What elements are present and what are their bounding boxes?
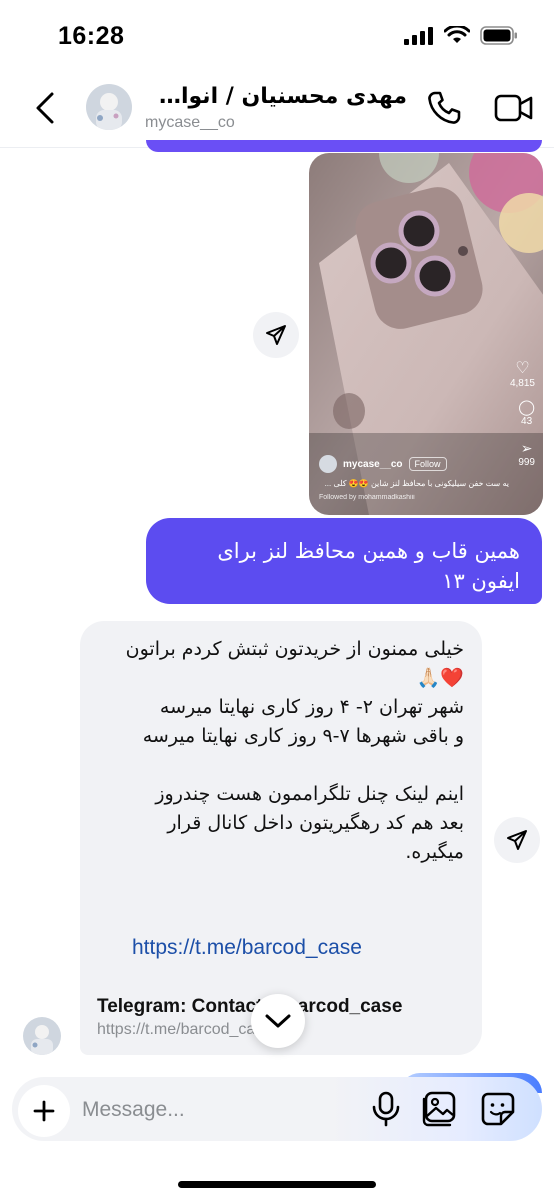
reel-meta: mycase__co Follow یه ست خفن سیلیکونی با …	[319, 455, 509, 501]
telegram-link[interactable]: https://t.me/barcod_case	[132, 936, 362, 960]
previous-message-bubble	[146, 140, 542, 152]
message-input[interactable]	[82, 1094, 342, 1126]
microphone-icon[interactable]	[370, 1091, 402, 1127]
link-preview-title[interactable]: Telegram: Contact @barcod_case	[97, 996, 402, 1018]
status-time: 16:28	[58, 22, 125, 50]
wifi-icon	[444, 26, 470, 43]
home-indicator[interactable]	[178, 1181, 376, 1188]
video-call-icon[interactable]	[494, 90, 534, 126]
status-icons	[404, 26, 518, 45]
gallery-icon[interactable]	[422, 1091, 458, 1127]
incoming-message-text: خیلی ممنون از خریدتون ثبتش کردم براتون ❤…	[98, 635, 464, 867]
reel-author-avatar	[319, 455, 337, 473]
message-line: میگیره.	[405, 841, 464, 863]
sender-avatar[interactable]	[23, 1017, 61, 1055]
message-line: شهر تهران ۲- ۴ روز کاری نهایتا میرسه	[159, 696, 464, 718]
phone-call-icon[interactable]	[424, 88, 464, 128]
message-line: خیلی ممنون از خریدتون ثبتش کردم براتون	[125, 638, 464, 660]
comment-icon: ◯	[518, 399, 535, 416]
incoming-message[interactable]: خیلی ممنون از خریدتون ثبتش کردم براتون ❤…	[80, 621, 482, 1055]
message-line: ❤️🙏🏻	[416, 667, 464, 689]
status-bar: 16:28	[0, 0, 554, 72]
message-line: بعد هم کد رهگیریتون داخل کانال قرار	[167, 812, 464, 834]
reel-author: mycase__co	[343, 458, 403, 470]
contact-name[interactable]: مهدی محسنیان / انواع قا...	[145, 84, 407, 109]
add-attachment-button[interactable]	[18, 1085, 70, 1137]
reel-follow-button[interactable]: Follow	[408, 457, 447, 471]
avatar-image	[23, 1017, 61, 1055]
reel-followed-by: Followed by mohammadkashiii	[319, 494, 415, 501]
reel-likes[interactable]: ♡ 4,815	[510, 358, 535, 389]
shared-reel[interactable]: ♡ 4,815 ◯ 43 ➢ 999 mycase__co Follow یه …	[309, 153, 543, 515]
reel-comments-count: 43	[521, 416, 533, 427]
message-line	[98, 751, 464, 780]
chevron-down-icon	[265, 1014, 291, 1028]
share-reel-button[interactable]	[253, 312, 299, 358]
scroll-to-bottom-button[interactable]	[251, 994, 305, 1048]
send-icon	[266, 325, 286, 345]
chat-header: مهدی محسنیان / انواع قا... mycase__co	[0, 72, 554, 148]
heart-icon: ♡	[515, 360, 530, 377]
share-message-button[interactable]	[494, 817, 540, 863]
back-button[interactable]	[28, 90, 64, 126]
reel-comments[interactable]: ◯ 43	[518, 398, 535, 427]
signal-icon	[404, 26, 433, 45]
link-preview-url[interactable]: https://t.me/barcod_case	[97, 1021, 272, 1039]
reel-shares[interactable]: ➢ 999	[518, 440, 535, 468]
send-icon: ➢	[520, 440, 533, 456]
send-icon	[507, 830, 527, 850]
plus-icon	[33, 1100, 55, 1122]
avatar-image	[86, 84, 132, 130]
contact-username[interactable]: mycase__co	[145, 114, 235, 132]
reel-likes-count: 4,815	[509, 378, 535, 389]
outgoing-message[interactable]: همین قاب و همین محافظ لنز برای ایفون ۱۳	[146, 518, 542, 604]
battery-icon	[480, 26, 517, 45]
reel-caption: یه ست خفن سیلیکونی با محافظ لنز شاین 😍😍 …	[324, 479, 509, 488]
reel-shares-count: 999	[518, 457, 535, 468]
message-line: اینم لینک چنل تلگراممون هست چندروز	[155, 783, 464, 805]
outgoing-message-text: همین قاب و همین محافظ لنز برای ایفون ۱۳	[217, 539, 520, 593]
sticker-icon[interactable]	[480, 1091, 516, 1127]
message-line: و باقی شهرها ۷-۹ روز کاری نهایتا میرسه	[142, 725, 464, 747]
contact-avatar[interactable]	[86, 84, 132, 130]
